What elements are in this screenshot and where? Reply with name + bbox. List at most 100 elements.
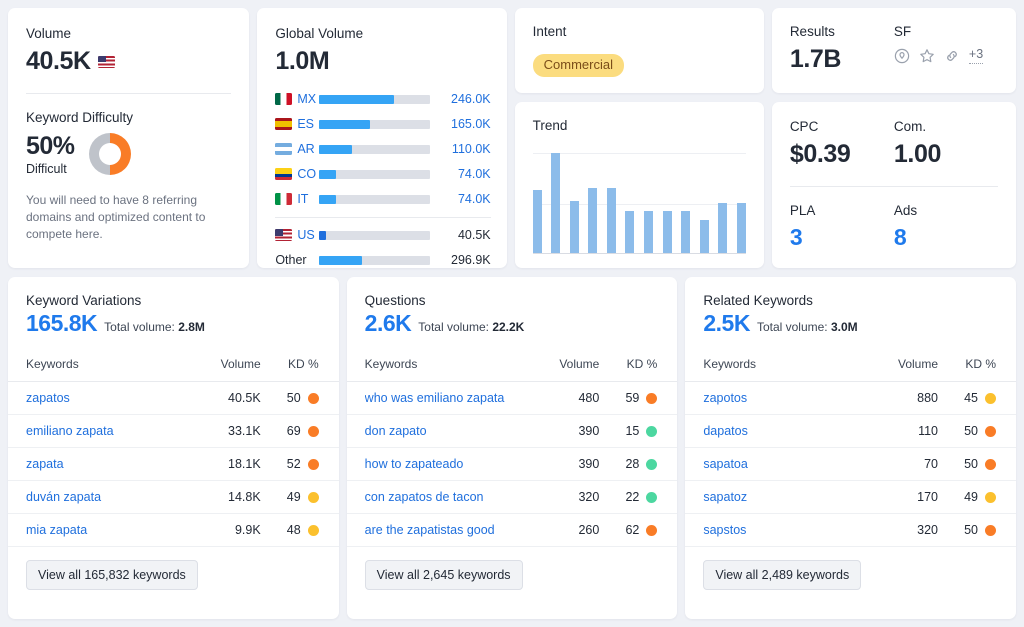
- link-icon[interactable]: [944, 48, 960, 64]
- column-header-kd[interactable]: KD %: [938, 357, 998, 371]
- keyword-link[interactable]: sapstos: [703, 523, 878, 537]
- table-row[interactable]: sapatoz 170 49: [685, 481, 1017, 515]
- keyword-link[interactable]: sapatoz: [703, 490, 878, 504]
- keyword-volume: 390: [578, 424, 600, 439]
- pla-value[interactable]: 3: [790, 224, 894, 250]
- keyword-volume: 260: [578, 523, 600, 538]
- keyword-kd-cell: 49: [261, 490, 321, 504]
- trend-bar[interactable]: [681, 211, 691, 253]
- keyword-link[interactable]: con zapatos de tacon: [365, 490, 540, 504]
- keyword-link[interactable]: how to zapateado: [365, 457, 540, 471]
- column-header-keyword[interactable]: Keywords: [703, 357, 878, 371]
- trend-bar[interactable]: [569, 201, 579, 253]
- global-volume-row[interactable]: US 40.5K: [275, 223, 491, 248]
- keyword-link[interactable]: dapatos: [703, 424, 878, 438]
- trend-bar[interactable]: [551, 153, 561, 253]
- pla-ads-row: PLA 3 Ads 8: [790, 203, 998, 251]
- country-code-label: Other: [275, 253, 307, 268]
- keyword-kd-cell: 50: [938, 457, 998, 471]
- view-all-keywords-button[interactable]: View all 2,489 keywords: [703, 560, 862, 591]
- trend-bar[interactable]: [532, 190, 542, 253]
- flag-mx-icon: [275, 93, 293, 106]
- table-row[interactable]: sapstos 320 50: [685, 514, 1017, 548]
- global-volume-row[interactable]: IT 74.0K: [275, 187, 491, 212]
- kd-status-dot: [646, 425, 658, 437]
- trend-bar[interactable]: [736, 203, 746, 253]
- keyword-kd-cell: 62: [599, 523, 659, 537]
- column-header-keyword[interactable]: Keywords: [26, 357, 201, 371]
- view-all-keywords-button[interactable]: View all 165,832 keywords: [26, 560, 198, 591]
- keyword-volume: 18.1K: [228, 457, 261, 472]
- keyword-link[interactable]: mia zapata: [26, 523, 201, 537]
- table-row[interactable]: duván zapata 14.8K 49: [8, 481, 339, 515]
- trend-bar[interactable]: [644, 211, 653, 253]
- global-volume-row[interactable]: CO 74.0K: [275, 162, 491, 187]
- global-volume-row[interactable]: ES 165.0K: [275, 112, 491, 137]
- keyword-link[interactable]: zapata: [26, 457, 201, 471]
- column-header-volume[interactable]: Volume: [878, 357, 938, 371]
- view-all-keywords-button[interactable]: View all 2,645 keywords: [364, 560, 523, 591]
- country-code-cell: US: [275, 228, 319, 242]
- trend-bar[interactable]: [625, 211, 635, 253]
- intent-badge[interactable]: Commercial: [532, 54, 624, 78]
- country-volume-value: 74.0K: [457, 167, 491, 182]
- country-code-label: CO: [297, 167, 317, 182]
- country-code-cell: MX: [275, 92, 319, 106]
- column-header-kd[interactable]: KD %: [599, 357, 659, 371]
- keyword-link[interactable]: duván zapata: [26, 490, 201, 504]
- sf-more-link[interactable]: +3: [968, 48, 984, 65]
- ads-value[interactable]: 8: [894, 224, 998, 250]
- table-row[interactable]: zapata 18.1K 52: [8, 448, 339, 482]
- kd-help-text: You will need to have 8 referring domain…: [26, 192, 206, 242]
- keyword-link[interactable]: are the zapatistas good: [365, 523, 540, 537]
- keyword-kd-cell: 52: [261, 457, 321, 471]
- map-pin-icon[interactable]: [894, 48, 910, 64]
- global-volume-row[interactable]: Other 296.9K: [275, 248, 490, 273]
- table-row[interactable]: how to zapateado 390 28: [346, 448, 678, 482]
- keyword-link[interactable]: sapatoa: [703, 457, 878, 471]
- total-volume-value: 3.0M: [830, 320, 858, 334]
- volume-bar-track: [319, 194, 430, 204]
- kd-value: 48: [286, 523, 301, 538]
- table-row[interactable]: emiliano zapata 33.1K 69: [8, 415, 339, 449]
- table-row[interactable]: are the zapatistas good 260 62: [346, 514, 678, 548]
- kd-status-dot: [646, 491, 658, 503]
- keyword-link[interactable]: zapatos: [26, 391, 201, 405]
- column-header-volume[interactable]: Volume: [539, 357, 599, 371]
- global-volume-row[interactable]: AR 110.0K: [275, 137, 491, 162]
- table-header: Keyword Variations 165.8K Total volume: 2.…: [8, 293, 339, 336]
- keyword-link[interactable]: don zapato: [365, 424, 540, 438]
- table-row[interactable]: dapatos 110 50: [685, 415, 1017, 449]
- table-row[interactable]: sapatoa 70 50: [685, 448, 1017, 482]
- table-row[interactable]: zapotos 880 45: [685, 382, 1017, 416]
- keyword-table-card: Keyword Variations 165.8K Total volume: 2.…: [8, 277, 339, 619]
- table-row[interactable]: don zapato 390 15: [346, 415, 678, 449]
- country-code-cell: IT: [275, 192, 319, 206]
- trend-bar-group: [532, 153, 746, 253]
- table-row[interactable]: zapatos 40.5K 50: [8, 382, 339, 416]
- global-volume-divider: [275, 216, 491, 218]
- trend-bar[interactable]: [588, 188, 598, 253]
- trend-bar[interactable]: [662, 211, 672, 253]
- table-column-headers: Keywords Volume KD %: [685, 347, 1017, 383]
- table-total-volume: Total volume: 2.8M: [104, 320, 205, 334]
- total-volume-value: 22.2K: [492, 320, 525, 334]
- table-row[interactable]: con zapatos de tacon 320 22: [346, 481, 678, 515]
- global-volume-row[interactable]: MX 246.0K: [275, 87, 491, 112]
- table-row[interactable]: mia zapata 9.9K 48: [8, 514, 339, 548]
- keyword-link[interactable]: who was emiliano zapata: [365, 391, 540, 405]
- total-volume-label: Total volume:: [418, 320, 489, 334]
- keyword-kd-cell: 45: [938, 391, 998, 405]
- star-icon[interactable]: [919, 48, 935, 64]
- trend-chart: [532, 153, 746, 254]
- trend-bar[interactable]: [699, 220, 709, 253]
- keyword-link[interactable]: emiliano zapata: [26, 424, 201, 438]
- trend-bar[interactable]: [606, 188, 616, 253]
- country-code-cell: Other: [275, 253, 319, 267]
- trend-bar[interactable]: [718, 203, 728, 253]
- column-header-kd[interactable]: KD %: [261, 357, 321, 371]
- column-header-volume[interactable]: Volume: [201, 357, 261, 371]
- keyword-link[interactable]: zapotos: [703, 391, 878, 405]
- column-header-keyword[interactable]: Keywords: [365, 357, 540, 371]
- table-row[interactable]: who was emiliano zapata 480 59: [346, 382, 678, 416]
